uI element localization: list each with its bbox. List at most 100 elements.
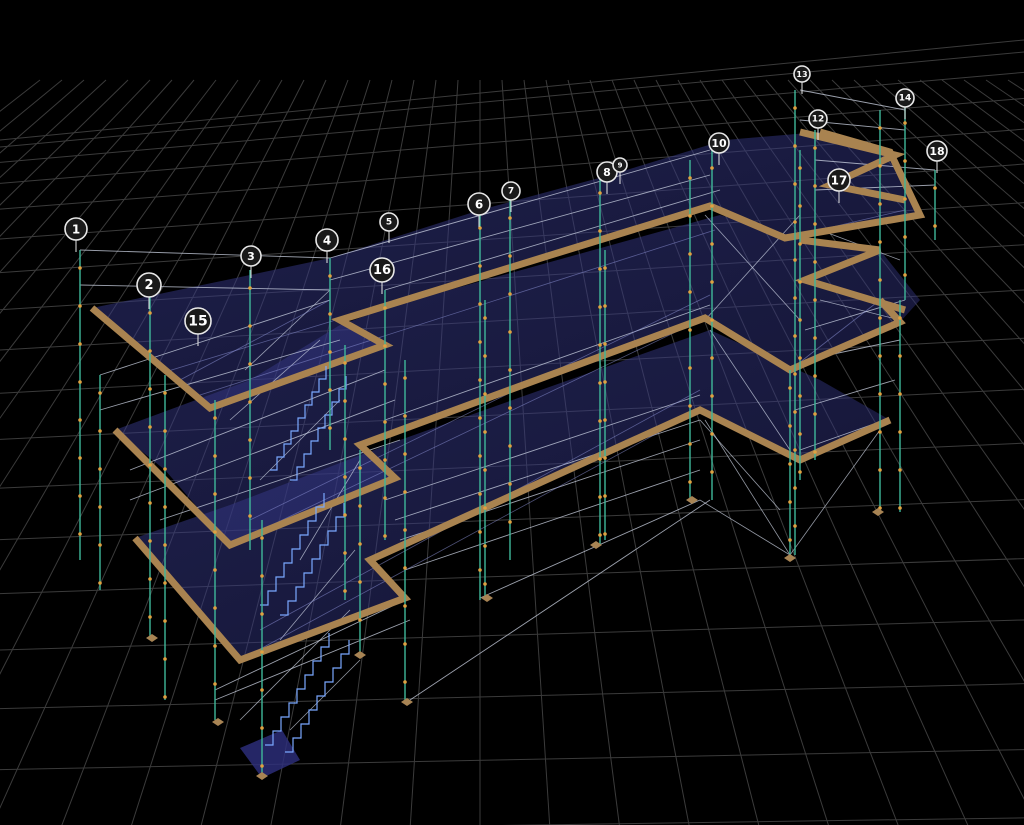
coupler <box>898 506 902 510</box>
coupler <box>260 536 264 540</box>
coupler <box>798 166 802 170</box>
coupler <box>878 316 882 320</box>
coupler <box>508 444 512 448</box>
coupler <box>798 432 802 436</box>
coupler <box>508 216 512 220</box>
stair-flight <box>285 640 350 753</box>
coupler <box>508 482 512 486</box>
coupler <box>248 362 252 366</box>
coupler <box>903 273 907 277</box>
coupler <box>898 354 902 358</box>
coupler <box>328 388 332 392</box>
coupler <box>383 382 387 386</box>
coupler <box>508 520 512 524</box>
coupler <box>478 530 482 534</box>
coupler <box>343 437 347 441</box>
coupler <box>598 419 602 423</box>
coupler <box>598 305 602 309</box>
coupler <box>483 468 487 472</box>
marker-18[interactable]: 18 <box>926 140 948 173</box>
marker-14[interactable]: 14 <box>895 88 915 119</box>
coupler <box>878 430 882 434</box>
marker-label: 17 <box>831 174 848 188</box>
coupler <box>248 400 252 404</box>
grid-line <box>0 51 1024 148</box>
coupler <box>78 456 82 460</box>
coupler <box>598 191 602 195</box>
coupler <box>598 229 602 233</box>
coupler <box>148 501 152 505</box>
coupler <box>710 280 714 284</box>
coupler <box>508 368 512 372</box>
coupler <box>788 424 792 428</box>
coupler <box>878 354 882 358</box>
marker-label: 16 <box>373 263 391 278</box>
marker-label: 18 <box>929 145 944 158</box>
coupler <box>788 500 792 504</box>
coupler <box>98 543 102 547</box>
coupler <box>328 274 332 278</box>
base-plate <box>212 718 224 726</box>
coupler <box>328 426 332 430</box>
coupler <box>383 344 387 348</box>
coupler <box>878 468 882 472</box>
coupler <box>508 254 512 258</box>
coupler <box>813 336 817 340</box>
coupler <box>260 764 264 768</box>
coupler <box>598 495 602 499</box>
coupler <box>98 429 102 433</box>
coupler <box>343 475 347 479</box>
grid-line <box>0 39 1024 141</box>
grid-line <box>0 79 129 206</box>
coupler <box>798 470 802 474</box>
coupler <box>248 286 252 290</box>
coupler <box>148 311 152 315</box>
coupler <box>358 504 362 508</box>
coupler <box>813 298 817 302</box>
coupler <box>148 349 152 353</box>
marker-label: 15 <box>188 314 207 330</box>
coupler <box>260 612 264 616</box>
coupler <box>98 391 102 395</box>
coupler <box>813 146 817 150</box>
coupler <box>788 462 792 466</box>
coupler <box>898 430 902 434</box>
coupler <box>478 454 482 458</box>
scaffold-scene[interactable]: 1234567891012131415161718 <box>0 0 1024 825</box>
coupler <box>358 542 362 546</box>
coupler <box>603 494 607 498</box>
marker-1[interactable]: 1 <box>64 217 88 252</box>
coupler <box>688 328 692 332</box>
coupler <box>78 418 82 422</box>
marker-3[interactable]: 3 <box>240 245 262 278</box>
coupler <box>688 404 692 408</box>
coupler <box>163 581 167 585</box>
grid-line <box>963 79 1024 124</box>
coupler <box>343 399 347 403</box>
guard-rail <box>409 499 711 701</box>
coupler <box>403 566 407 570</box>
coupler <box>248 476 252 480</box>
coupler <box>903 121 907 125</box>
coupler <box>878 240 882 244</box>
coupler <box>148 463 152 467</box>
3d-viewport[interactable]: 1 2 3 4 5 6 7 8 9 10 12 13 14 15 16 17 18 <box>0 0 1024 825</box>
coupler <box>688 366 692 370</box>
coupler <box>260 688 264 692</box>
coupler <box>598 533 602 537</box>
coupler <box>813 184 817 188</box>
coupler <box>793 372 797 376</box>
coupler <box>788 538 792 542</box>
coupler <box>163 505 167 509</box>
coupler <box>793 486 797 490</box>
coupler <box>878 392 882 396</box>
coupler <box>508 292 512 296</box>
coupler <box>213 682 217 686</box>
coupler <box>898 468 902 472</box>
grid-line <box>0 79 107 179</box>
coupler <box>598 381 602 385</box>
coupler <box>343 551 347 555</box>
coupler <box>148 425 152 429</box>
coupler <box>793 144 797 148</box>
coupler <box>148 539 152 543</box>
